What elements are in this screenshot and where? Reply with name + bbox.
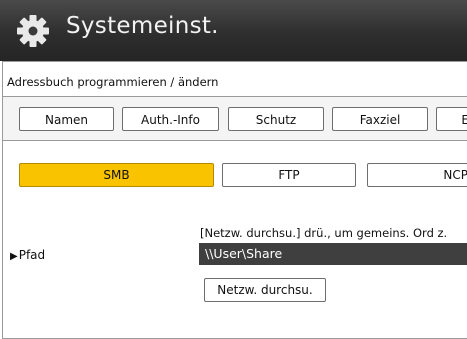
tab-e[interactable]: E bbox=[436, 107, 467, 131]
path-label: ▶Pfad bbox=[10, 248, 45, 262]
protocol-ncp-button[interactable]: NCP bbox=[367, 163, 467, 187]
gear-icon bbox=[16, 14, 50, 48]
page-title: Systemeinst. bbox=[66, 13, 219, 39]
browse-network-button[interactable]: Netzw. durchsu. bbox=[204, 278, 326, 302]
protocol-smb-button[interactable]: SMB bbox=[19, 163, 214, 187]
tab-faxziel[interactable]: Faxziel bbox=[332, 107, 428, 131]
tab-schutz[interactable]: Schutz bbox=[228, 107, 324, 131]
tab-auth-info[interactable]: Auth.-Info bbox=[122, 107, 219, 131]
breadcrumb: Adressbuch programmieren / ändern bbox=[7, 75, 219, 89]
protocol-ftp-button[interactable]: FTP bbox=[222, 163, 356, 187]
title-bar: Systemeinst. bbox=[0, 0, 467, 61]
triangle-right-icon: ▶ bbox=[10, 251, 18, 262]
tab-namen[interactable]: Namen bbox=[19, 107, 114, 131]
path-instruction: [Netzw. durchsu.] drü., um gemeins. Ord … bbox=[200, 226, 448, 240]
path-field[interactable]: \\User\Share bbox=[199, 243, 467, 265]
path-label-text: Pfad bbox=[18, 248, 46, 262]
divider bbox=[3, 140, 467, 141]
